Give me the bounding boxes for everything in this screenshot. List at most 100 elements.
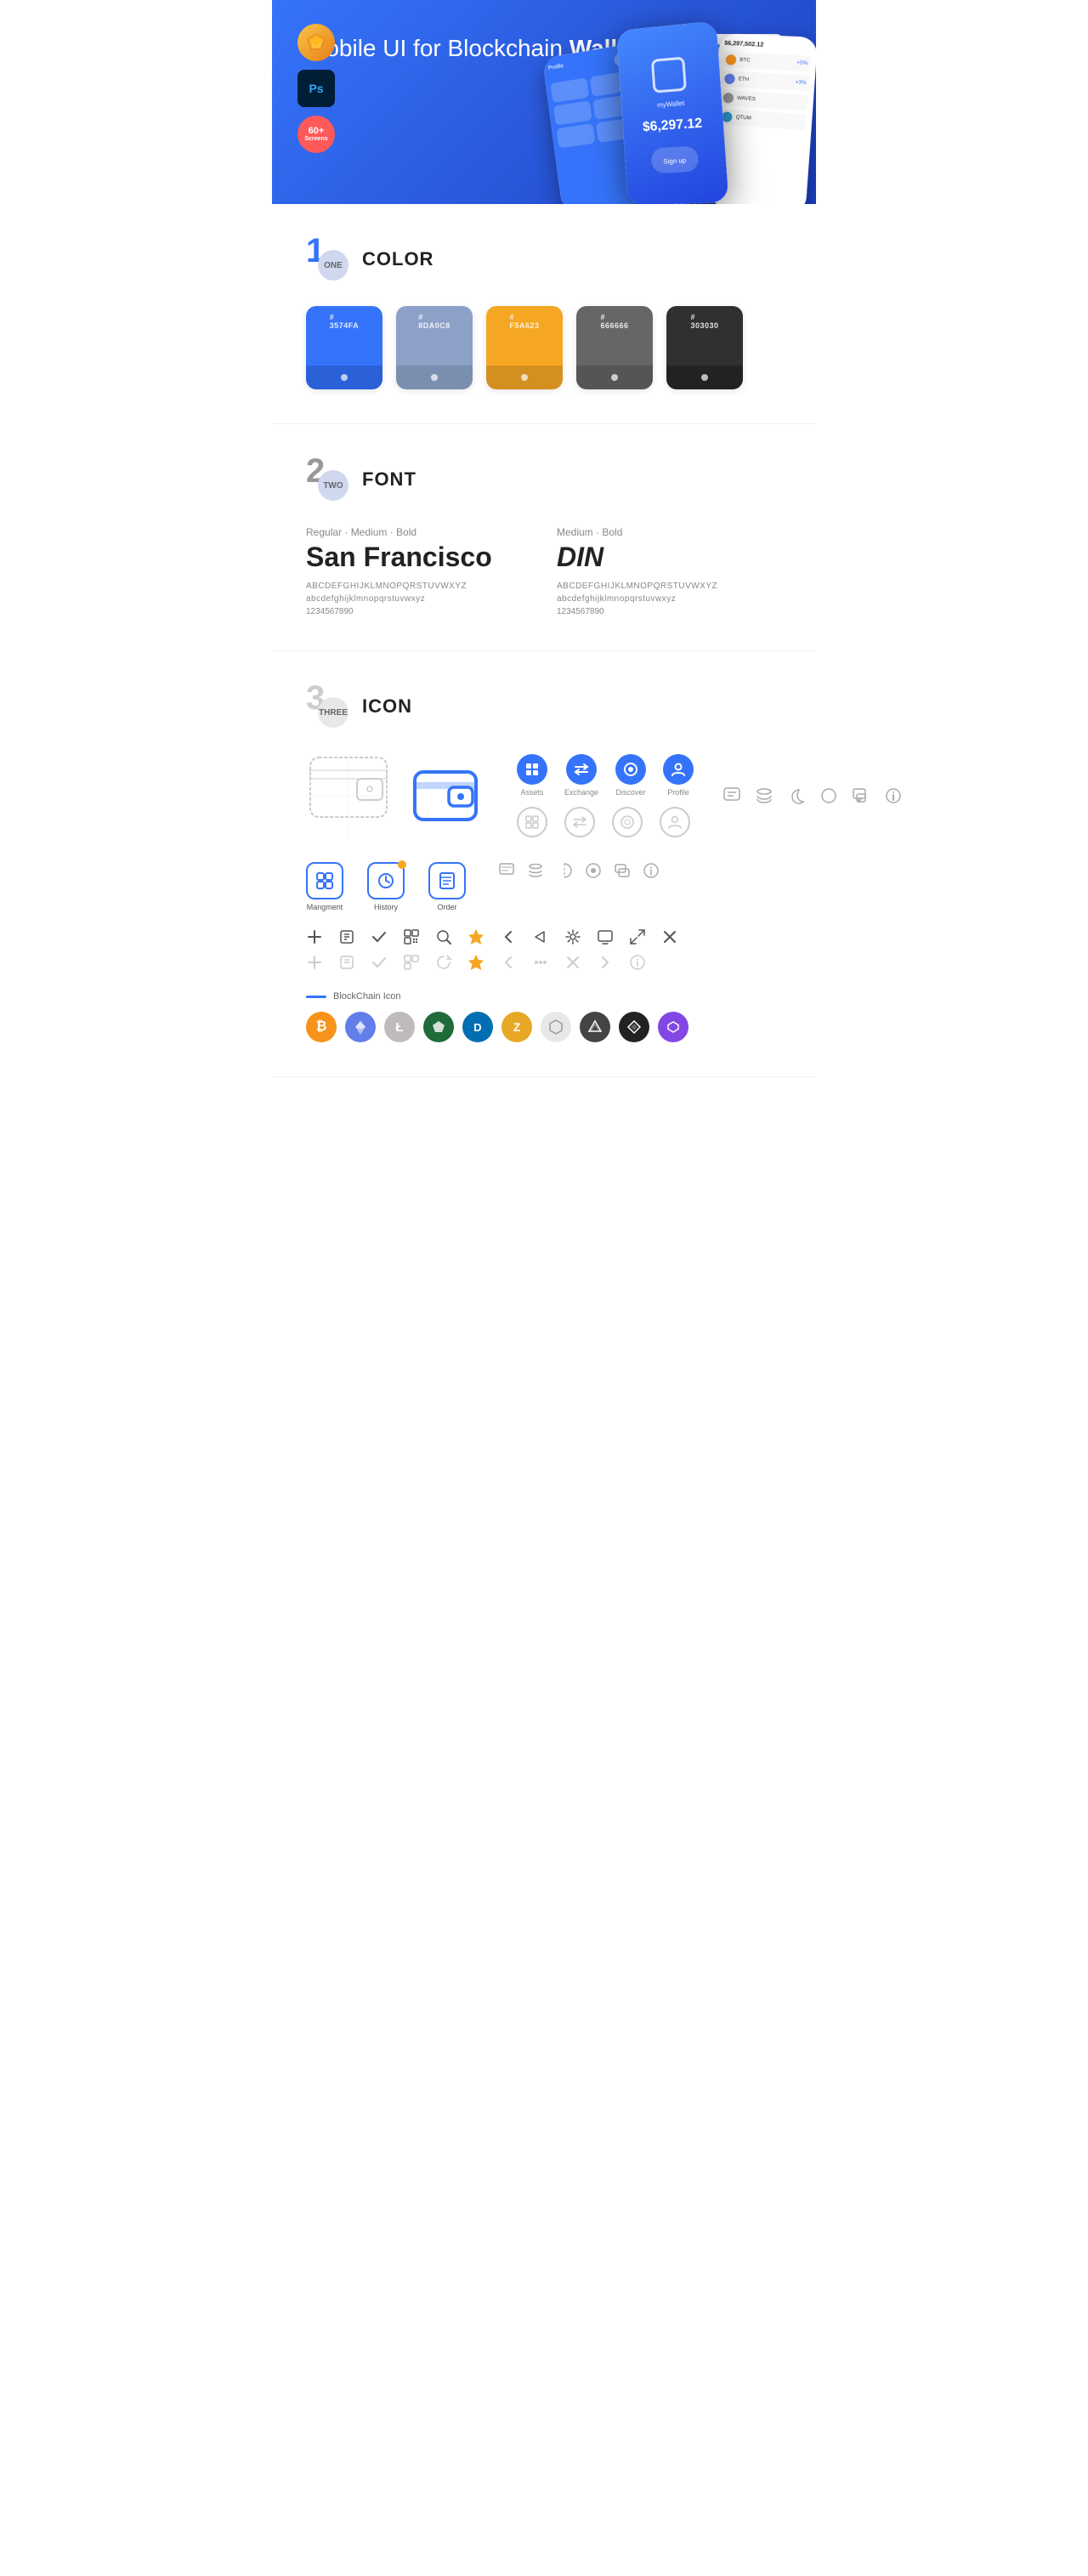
swatch-black-dot xyxy=(701,374,708,381)
wallet-wireframe-wrap xyxy=(306,753,391,838)
dash-icon: D xyxy=(462,1012,493,1042)
din-lowercase: abcdefghijklmnopqrstuvwxyz xyxy=(557,594,782,604)
exchange-icon-item: Exchange xyxy=(564,754,598,797)
management-icon-item: Mangment xyxy=(306,862,343,911)
section-2-number: 2 TWO xyxy=(306,458,348,501)
info-icon-disabled xyxy=(629,954,646,971)
profile-outline-svg xyxy=(667,814,683,830)
swatch-black-top: #303030 xyxy=(666,306,743,366)
arweave-icon xyxy=(580,1012,610,1042)
swatch-blue-bottom xyxy=(306,366,382,389)
clipboard-icon[interactable] xyxy=(338,928,355,945)
blockchain-icon-label: BlockChain Icon xyxy=(306,991,782,1001)
font-sf: Regular · Medium · Bold San Francisco AB… xyxy=(306,526,531,616)
litecoin-icon: Ł xyxy=(384,1012,415,1042)
font-section: 2 TWO FONT Regular · Medium · Bold San F… xyxy=(272,424,816,651)
check-icon-disabled xyxy=(371,954,388,971)
swatch-orange-hex: #F5A623 xyxy=(509,313,539,330)
icon-section-header: 3 THREE ICON xyxy=(306,685,782,728)
order-svg xyxy=(438,871,456,890)
nav-icons-column: Assets Exchange Discover xyxy=(517,754,694,837)
font-section-header: 2 TWO FONT xyxy=(306,458,782,501)
blockchain-line xyxy=(306,996,326,998)
checkmark-icon[interactable] xyxy=(371,928,388,945)
exchange-icon-circle xyxy=(566,754,597,785)
color-section-header: 1 ONE COLOR xyxy=(306,238,782,281)
discover-icon-item: Discover xyxy=(615,754,646,797)
dot-circle-icon xyxy=(585,862,602,879)
assets-outline-svg xyxy=(524,814,540,830)
info2-icon xyxy=(643,862,660,879)
swatch-gray-blue: #8DA0C8 xyxy=(396,306,473,389)
sf-lowercase: abcdefghijklmnopqrstuvwxyz xyxy=(306,594,531,604)
assets-icon xyxy=(524,762,540,777)
hero-badges: Ps 60+ Screens xyxy=(298,24,335,153)
profile-icon xyxy=(671,762,686,777)
icon-section: 3 THREE ICON xyxy=(272,651,816,1077)
assets-icon-circle xyxy=(517,754,547,785)
info-icon xyxy=(884,786,903,805)
diamond-svg xyxy=(626,1019,642,1035)
plus-icon[interactable] xyxy=(306,928,323,945)
ps-badge: Ps xyxy=(298,70,335,107)
clipboard-icon-disabled xyxy=(338,954,355,971)
discover-icon xyxy=(623,762,638,777)
matic-svg xyxy=(666,1019,681,1035)
swatch-dark-gray-top: #666666 xyxy=(576,306,653,366)
swatch-orange: #F5A623 xyxy=(486,306,563,389)
history-icon xyxy=(367,862,405,899)
ar-svg xyxy=(587,1019,603,1035)
assets-outline-icon xyxy=(517,807,547,837)
stack-icon xyxy=(527,862,544,879)
swatch-orange-dot xyxy=(521,374,528,381)
search-icon[interactable] xyxy=(435,928,452,945)
x-icon-disabled xyxy=(564,954,581,971)
chat-bubble-icon xyxy=(498,862,515,879)
swatch-dark-gray: #666666 xyxy=(576,306,653,389)
font-grid: Regular · Medium · Bold San Francisco AB… xyxy=(306,526,782,616)
order-label: Order xyxy=(437,903,456,911)
half-circle-icon xyxy=(556,862,573,879)
sketch-badge xyxy=(298,24,335,61)
chat-icon xyxy=(722,786,741,805)
close-icon[interactable] xyxy=(661,928,678,945)
refresh-icon-disabled xyxy=(435,954,452,971)
swatch-gray-blue-dot xyxy=(431,374,438,381)
dots-icon-disabled xyxy=(532,954,549,971)
order-icon-item: Order xyxy=(428,862,466,911)
settings-icon[interactable] xyxy=(564,928,581,945)
resize-icon[interactable] xyxy=(629,928,646,945)
swatch-blue-dot xyxy=(341,374,348,381)
swatch-black-bottom xyxy=(666,366,743,389)
discover-outline-svg xyxy=(620,814,635,830)
wallet-icon-display: Assets Exchange Discover xyxy=(306,753,782,838)
chain-icon xyxy=(541,1012,571,1042)
qr-icon[interactable] xyxy=(403,928,420,945)
sf-weights: Regular · Medium · Bold xyxy=(306,526,531,538)
swatch-gray-blue-top: #8DA0C8 xyxy=(396,306,473,366)
color-section: 1 ONE COLOR #3574FA #8DA0C8 #F5A623 xyxy=(272,204,816,424)
chevron-left-icon[interactable] xyxy=(500,928,517,945)
history-badge xyxy=(398,860,406,869)
phone-center: myWallet $6,297.12 Sign up xyxy=(616,20,728,204)
matic-icon xyxy=(658,1012,688,1042)
din-weights: Medium · Bold xyxy=(557,526,782,538)
history-label: History xyxy=(374,903,398,911)
profile-outline-icon xyxy=(660,807,690,837)
share-icon[interactable] xyxy=(532,928,549,945)
discover-outline-icon xyxy=(612,807,643,837)
wallet-wireframe-icon xyxy=(306,753,391,838)
nav-icons-filled: Assets Exchange Discover xyxy=(517,754,694,797)
star-icon[interactable] xyxy=(468,928,484,945)
font-din: Medium · Bold DIN ABCDEFGHIJKLMNOPQRSTUV… xyxy=(557,526,782,616)
hero-section: Mobile UI for Blockchain Wallet UI Kit P… xyxy=(272,0,816,204)
arrow-right-disabled xyxy=(597,954,614,971)
screen-icon[interactable] xyxy=(597,928,614,945)
section-1-circle: ONE xyxy=(318,250,348,281)
section-3-number: 3 THREE xyxy=(306,685,348,728)
sf-uppercase: ABCDEFGHIJKLMNOPQRSTUVWXYZ xyxy=(306,582,531,591)
section-3-circle: THREE xyxy=(318,697,348,728)
swatch-gray-blue-hex: #8DA0C8 xyxy=(418,313,450,330)
management-svg xyxy=(315,871,334,890)
plus-icon-disabled xyxy=(306,954,323,971)
